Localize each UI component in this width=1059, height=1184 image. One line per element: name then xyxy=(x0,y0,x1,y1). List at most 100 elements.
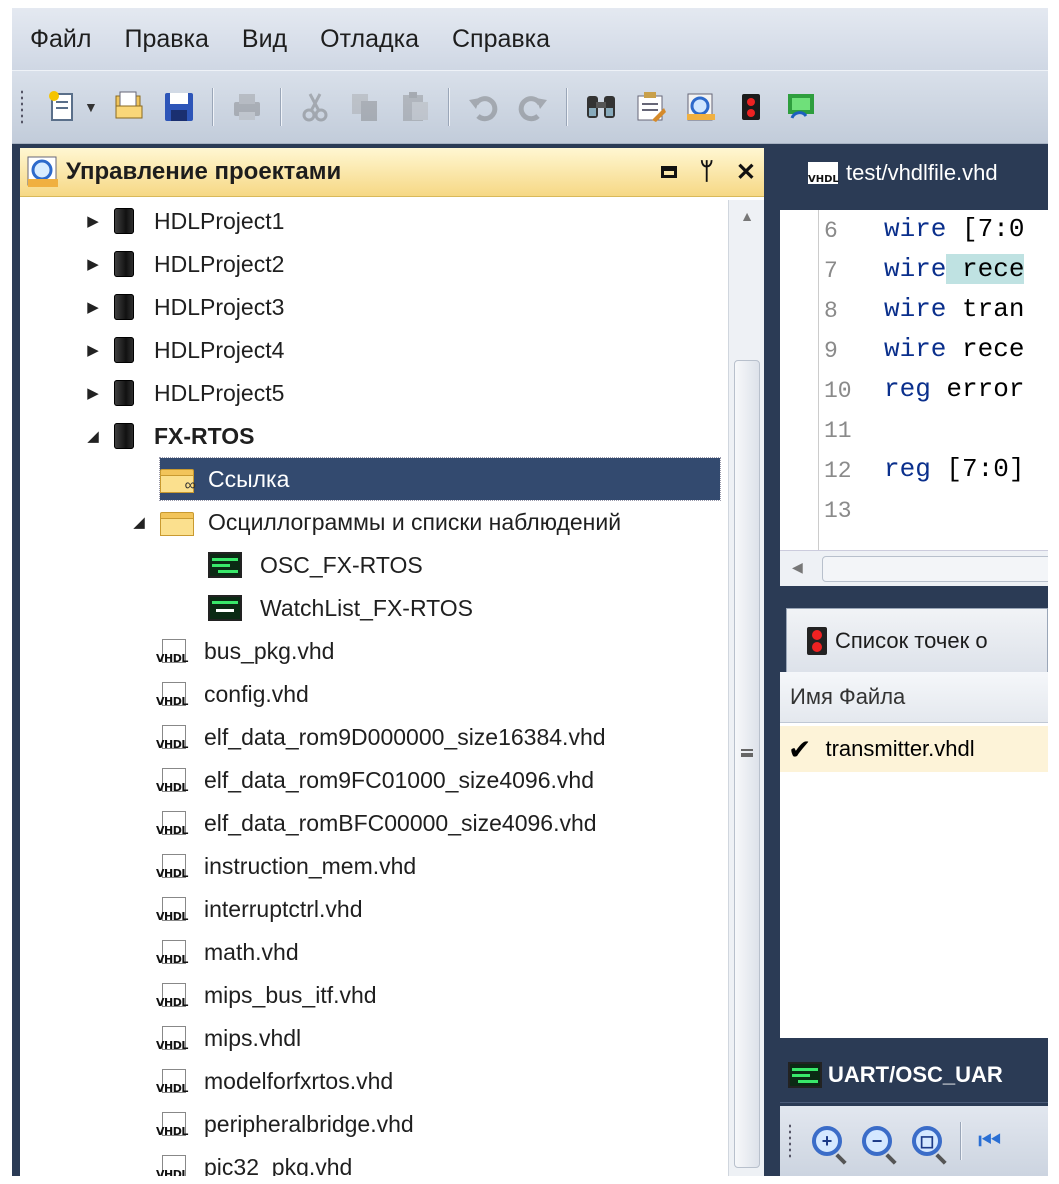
tree-item-file[interactable]: VHDL bus_pkg.vhd xyxy=(156,630,334,672)
code-line: 10 reg error xyxy=(824,374,1025,404)
tree-item-file[interactable]: VHDL config.vhd xyxy=(156,673,309,715)
tree-item-file[interactable]: VHDL modelforfxrtos.vhd xyxy=(156,1060,393,1102)
tree-item-file[interactable]: VHDL elf_data_rom9FC01000_size4096.vhd xyxy=(156,759,594,801)
open-project-icon[interactable] xyxy=(110,88,148,126)
tree-item-file[interactable]: VHDL instruction_mem.vhd xyxy=(156,845,416,887)
tree-item-watchlist[interactable]: WatchList_FX-RTOS xyxy=(208,587,473,629)
toolbar-grip[interactable] xyxy=(20,89,24,125)
checkmark-icon[interactable]: ✔ xyxy=(788,733,811,766)
column-header-filename[interactable]: Имя Файла xyxy=(780,672,1048,723)
toolbar-grip[interactable] xyxy=(788,1123,792,1159)
toolbar-separator xyxy=(211,88,214,126)
search-view-icon[interactable] xyxy=(682,88,720,126)
menu-help[interactable]: Справка xyxy=(437,25,565,54)
scroll-up-icon[interactable]: ▲ xyxy=(729,208,764,224)
undo-icon[interactable] xyxy=(464,88,502,126)
paste-icon[interactable] xyxy=(396,88,434,126)
tree-item-file[interactable]: VHDL elf_data_rom9D000000_size16384.vhd xyxy=(156,716,606,758)
tree-item-project[interactable]: ▶ HDLProject3 xyxy=(84,286,284,328)
breakpoints-tab[interactable]: Список точек о xyxy=(786,608,1048,672)
tree-item-project[interactable]: ▶ HDLProject2 xyxy=(84,243,284,285)
tree-item-file[interactable]: VHDL elf_data_romBFC00000_size4096.vhd xyxy=(156,802,597,844)
zoom-out-icon[interactable]: − xyxy=(862,1126,892,1156)
expand-arrow-icon[interactable]: ▶ xyxy=(84,298,102,316)
oscillogram-title: UART/OSC_UAR xyxy=(828,1062,1003,1087)
code-editor: VHDL test/vhdlfile.vhd 6 wire [7:0 7 wire … xyxy=(780,148,1048,586)
panel-title: Управление проектами xyxy=(66,158,342,185)
project-icon xyxy=(114,251,134,277)
collapse-arrow-icon[interactable]: ◢ xyxy=(84,427,102,445)
vhdl-file-icon: VHDL xyxy=(156,854,190,880)
vhdl-file-icon: VHDL xyxy=(156,1069,190,1095)
editor-text-area[interactable]: 6 wire [7:0 7 wire rece 8 wire tran 9 wire r… xyxy=(780,210,1048,550)
vhdl-file-icon: VHDL xyxy=(156,639,190,665)
new-file-dropdown-icon[interactable]: ▼ xyxy=(84,99,98,115)
project-icon xyxy=(114,294,134,320)
collapse-arrow-icon[interactable]: ◢ xyxy=(130,513,148,531)
menu-edit[interactable]: Правка xyxy=(109,25,223,54)
new-file-icon[interactable] xyxy=(44,88,82,126)
save-icon[interactable] xyxy=(160,88,198,126)
tree-vertical-scrollbar[interactable]: ▲ xyxy=(728,200,764,1176)
oscillogram-header[interactable]: UART/OSC_UAR xyxy=(780,1048,1048,1103)
tree-item-project[interactable]: ▶ HDLProject1 xyxy=(84,200,284,242)
code-line: 13 xyxy=(824,498,852,524)
toolbar-separator xyxy=(447,88,450,126)
properties-icon[interactable] xyxy=(632,88,670,126)
expand-arrow-icon[interactable]: ▶ xyxy=(84,255,102,273)
tree-item-project[interactable]: ▶ HDLProject4 xyxy=(84,329,284,371)
panel-float-button[interactable] xyxy=(661,166,678,178)
menu-file[interactable]: Файл xyxy=(15,25,106,54)
run-icon[interactable] xyxy=(782,88,820,126)
vhdl-file-icon: VHDL xyxy=(156,897,190,923)
scroll-left-icon[interactable]: ◀ xyxy=(792,559,803,576)
vhdl-file-icon: VHDL xyxy=(808,162,839,185)
tree-item-link-folder[interactable]: ∞ Ссылка xyxy=(159,457,721,501)
breakpoint-row[interactable]: ✔ transmitter.vhdl xyxy=(780,726,1048,772)
editor-horizontal-scrollbar[interactable]: ◀ xyxy=(780,550,1048,586)
tree-item-file[interactable]: VHDL mips.vhdl xyxy=(156,1017,301,1059)
expand-arrow-icon[interactable]: ▶ xyxy=(84,341,102,359)
zoom-fit-icon[interactable]: ◻ xyxy=(912,1126,942,1156)
code-line: 7 wire rece xyxy=(824,254,1025,284)
breakpoints-tab-label: Список точек о xyxy=(835,627,988,653)
find-icon[interactable] xyxy=(582,88,620,126)
vhdl-file-icon: VHDL xyxy=(156,1112,190,1138)
tree-item-project[interactable]: ▶ HDLProject5 xyxy=(84,372,284,414)
vhdl-file-icon: VHDL xyxy=(156,1026,190,1052)
tree-item-file[interactable]: VHDL interruptctrl.vhd xyxy=(156,888,363,930)
link-folder-icon: ∞ xyxy=(160,466,196,494)
folder-icon xyxy=(160,509,194,536)
editor-tab-label: test/vhdlfile.vhd xyxy=(846,160,998,185)
main-toolbar: ▼ xyxy=(12,70,1048,144)
breakpoint-icon[interactable] xyxy=(732,88,770,126)
expand-arrow-icon[interactable]: ▶ xyxy=(84,384,102,402)
tree-item-file[interactable]: VHDL mips_bus_itf.vhd xyxy=(156,974,377,1016)
panel-pin-button[interactable]: ᛘ xyxy=(699,158,713,186)
zoom-in-icon[interactable]: + xyxy=(812,1126,842,1156)
tree-item-oscillogram[interactable]: OSC_FX-RTOS xyxy=(208,544,423,586)
tree-item-active-project[interactable]: ◢ FX-RTOS xyxy=(84,415,255,457)
menu-view[interactable]: Вид xyxy=(227,25,302,54)
tree-item-osc-folder[interactable]: ◢ Осциллограммы и списки наблюдений xyxy=(130,501,621,543)
cut-icon[interactable] xyxy=(296,88,334,126)
print-icon[interactable] xyxy=(228,88,266,126)
tree-item-file[interactable]: VHDL math.vhd xyxy=(156,931,299,973)
watchlist-icon xyxy=(208,595,242,621)
scrollbar-thumb[interactable] xyxy=(734,360,760,1168)
redo-icon[interactable] xyxy=(514,88,552,126)
breakpoint-icon xyxy=(807,626,827,655)
project-icon xyxy=(114,208,134,234)
oscillogram-panel: UART/OSC_UAR + − ◻ ⏮ xyxy=(780,1048,1048,1176)
copy-icon[interactable] xyxy=(346,88,384,126)
menu-debug[interactable]: Отладка xyxy=(305,25,434,54)
tree-item-file[interactable]: VHDL peripheralbridge.vhd xyxy=(156,1103,414,1145)
go-to-start-icon[interactable]: ⏮ xyxy=(978,1125,1001,1157)
panel-close-button[interactable]: ✕ xyxy=(736,158,756,187)
scrollbar-thumb[interactable] xyxy=(822,556,1048,582)
project-manager-header: Управление проектами ᛘ ✕ xyxy=(20,148,764,197)
expand-arrow-icon[interactable]: ▶ xyxy=(84,212,102,230)
project-manager-icon xyxy=(27,156,58,187)
tree-item-file[interactable]: VHDL pic32_pkg.vhd xyxy=(156,1146,352,1176)
editor-tab[interactable]: VHDL test/vhdlfile.vhd xyxy=(780,148,1048,198)
